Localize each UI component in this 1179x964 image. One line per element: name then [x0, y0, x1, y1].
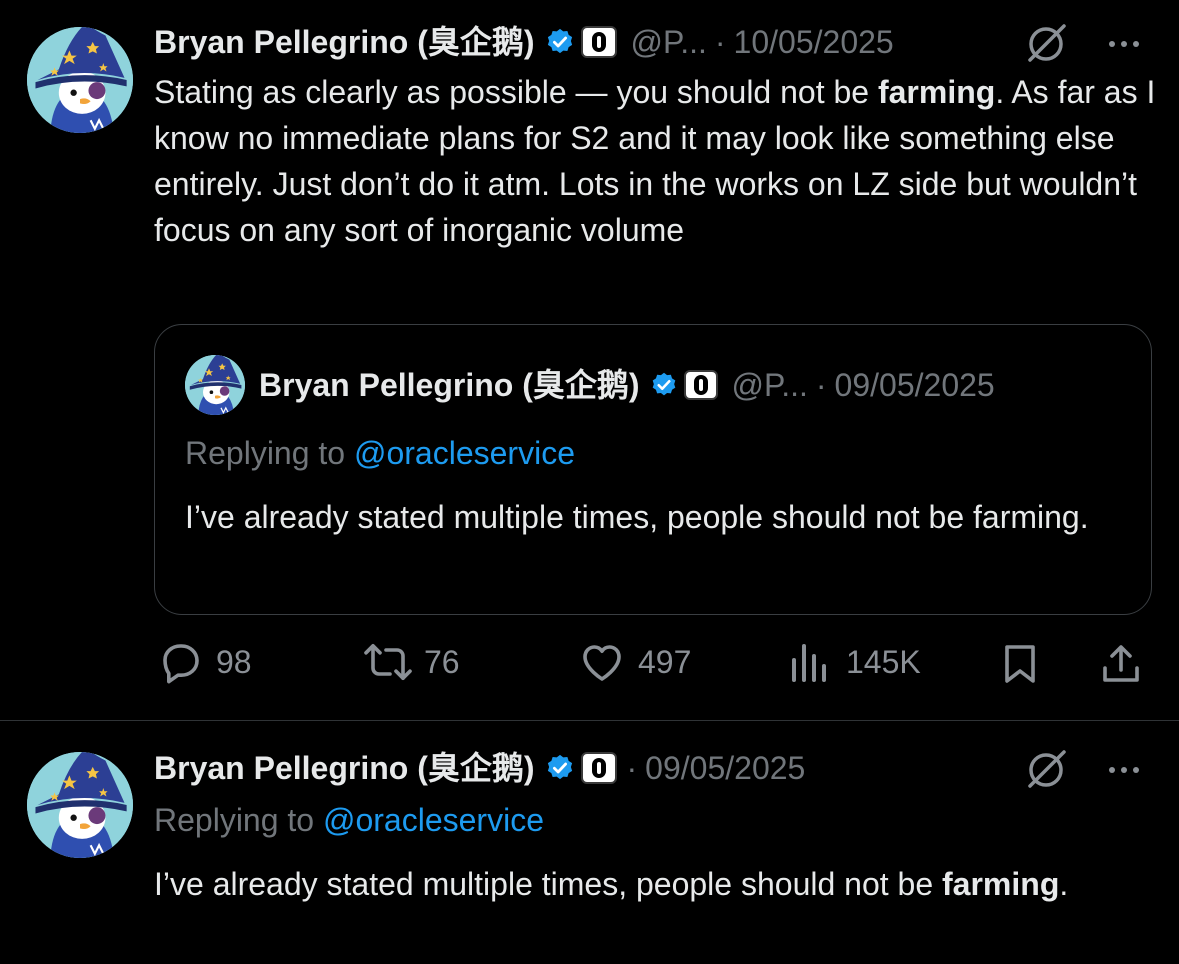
tweet-text-part: .: [995, 74, 1005, 110]
tweet-date[interactable]: 09/05/2025: [645, 748, 805, 788]
separator: ·: [815, 367, 827, 403]
more-icon[interactable]: [1102, 22, 1146, 66]
replying-label: Replying to: [154, 802, 323, 838]
like-button[interactable]: 497: [578, 632, 691, 692]
like-count: 497: [638, 643, 692, 680]
separator: ·: [714, 24, 726, 60]
layerzero-icon[interactable]: [580, 752, 617, 784]
separator: ·: [626, 750, 638, 786]
tweet[interactable]: Bryan Pellegrino (臭企鹅) · 09/05/2025 Repl…: [0, 721, 1179, 964]
tweet-text-part: Stating as clearly as possible — you sho…: [154, 74, 878, 110]
grok-icon[interactable]: [1024, 22, 1068, 66]
tweet-text: I’ve already stated multiple times, peop…: [154, 861, 1164, 907]
more-icon[interactable]: [1102, 748, 1146, 792]
tweet-text-part: .: [1059, 866, 1069, 902]
author-handle[interactable]: @P...: [631, 22, 707, 62]
views-button[interactable]: 145K: [786, 632, 921, 692]
quoted-header: Bryan Pellegrino (臭企鹅) @P... · 09/05/202…: [259, 365, 995, 405]
quoted-author-name: Bryan Pellegrino (臭企鹅): [259, 367, 640, 403]
views-icon: [792, 644, 826, 682]
bookmark-icon[interactable]: [996, 640, 1044, 688]
author-name[interactable]: Bryan Pellegrino (臭企鹅): [154, 748, 535, 788]
mention-link[interactable]: @oracleservice: [354, 435, 575, 471]
tweet[interactable]: Bryan Pellegrino (臭企鹅) @P... · 10/05/202…: [0, 0, 1179, 720]
quoted-date: 09/05/2025: [834, 367, 995, 403]
quoted-text: I’ve already stated multiple times, peop…: [185, 499, 1089, 535]
tweet-date[interactable]: 10/05/2025: [734, 22, 894, 62]
reply-count: 98: [216, 643, 252, 680]
tweet-text-part: I’ve already stated multiple times, peop…: [154, 866, 943, 902]
replying-to: Replying to @oracleservice: [154, 800, 544, 840]
grok-icon[interactable]: [1024, 748, 1068, 792]
tweet-text-bold: farming: [877, 74, 996, 110]
views-count: 145K: [846, 643, 921, 680]
layerzero-icon: [683, 370, 718, 400]
replying-label: Replying to: [185, 435, 354, 471]
retweet-icon: [364, 644, 412, 680]
reply-button[interactable]: 98: [156, 632, 252, 692]
tweet-header: Bryan Pellegrino (臭企鹅) @P... · 10/05/202…: [154, 22, 894, 62]
reply-icon: [163, 644, 199, 684]
quoted-avatar: [185, 355, 245, 415]
share-icon[interactable]: [1097, 640, 1145, 688]
retweet-button[interactable]: 76: [364, 632, 460, 692]
avatar[interactable]: [27, 752, 133, 858]
tweet-text: Stating as clearly as possible — you sho…: [154, 69, 1164, 253]
tweet-header: Bryan Pellegrino (臭企鹅) · 09/05/2025: [154, 748, 805, 788]
mention-link[interactable]: @oracleservice: [323, 802, 544, 838]
verified-badge-icon: [547, 28, 572, 54]
verified-badge-icon: [547, 754, 572, 780]
quoted-author-handle: @P...: [731, 367, 808, 403]
replying-to: Replying to @oracleservice: [185, 433, 575, 473]
layerzero-icon[interactable]: [580, 26, 617, 58]
author-name[interactable]: Bryan Pellegrino (臭企鹅): [154, 22, 535, 62]
tweet-text-bold: farming: [942, 866, 1060, 902]
like-icon: [583, 645, 621, 681]
quoted-tweet[interactable]: Bryan Pellegrino (臭企鹅) @P... · 09/05/202…: [154, 324, 1152, 615]
verified-badge-icon: [652, 372, 675, 396]
avatar[interactable]: [27, 27, 133, 133]
retweet-count: 76: [424, 643, 460, 680]
